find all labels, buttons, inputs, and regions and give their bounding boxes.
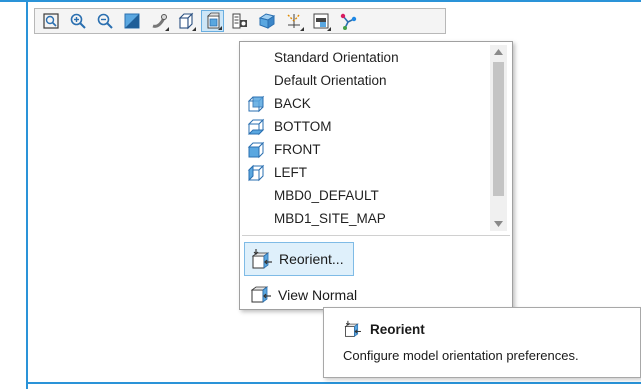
menu-separator <box>242 235 510 236</box>
zoom-in-button[interactable] <box>66 10 89 32</box>
display-style-button[interactable] <box>147 10 170 32</box>
menu-item-left[interactable]: LEFT <box>240 161 490 184</box>
view-box-button[interactable] <box>174 10 197 32</box>
menu-item-back[interactable]: BACK <box>240 92 490 115</box>
reorient-button[interactable]: Reorient... <box>244 242 354 276</box>
refit-button[interactable] <box>39 10 62 32</box>
tooltip-title: Reorient <box>370 321 425 337</box>
reorient-icon <box>251 249 272 269</box>
menu-item-label: BOTTOM <box>274 119 332 134</box>
zoom-in-icon <box>70 13 86 29</box>
menu-item-label: LEFT <box>274 165 308 180</box>
menu-item-label: Default Orientation <box>274 73 387 88</box>
perspective-button[interactable] <box>255 10 278 32</box>
view-normal-label: View Normal <box>278 287 358 303</box>
graphics-frame-top <box>0 0 641 2</box>
graphics-toolbar <box>34 8 446 34</box>
view-manager-button[interactable] <box>228 10 251 32</box>
reorient-tooltip: Reorient Configure model orientation pre… <box>323 307 641 378</box>
cube-left-icon <box>245 164 267 182</box>
orientation-list: Standard Orientation Default Orientation… <box>240 46 490 230</box>
scrollbar-thumb[interactable] <box>493 62 504 196</box>
dropdown-caret-icon <box>165 27 169 31</box>
dropdown-caret-icon <box>327 27 331 31</box>
tooltip-title-row: Reorient <box>342 320 425 338</box>
scroll-down-arrow-icon[interactable] <box>490 217 507 231</box>
menu-item-front[interactable]: FRONT <box>240 138 490 161</box>
menu-item-mbd0-default[interactable]: MBD0_DEFAULT <box>240 184 490 207</box>
graphics-frame-left <box>26 0 28 389</box>
view-normal-button[interactable]: View Normal <box>244 282 357 308</box>
tooltip-description: Configure model orientation preferences. <box>343 348 579 363</box>
view-normal-icon <box>250 286 271 303</box>
cube-back-icon <box>245 95 267 113</box>
menu-item-label: MBD0_DEFAULT <box>274 188 379 203</box>
saved-orientations-button[interactable] <box>201 10 224 32</box>
saved-orientations-menu: Standard Orientation Default Orientation… <box>239 41 513 310</box>
menu-item-bottom[interactable]: BOTTOM <box>240 115 490 138</box>
spin-center-button[interactable] <box>336 10 359 32</box>
annotation-display-button[interactable] <box>309 10 332 32</box>
cube-bottom-icon <box>245 118 267 136</box>
menu-item-label: Standard Orientation <box>274 50 399 65</box>
repaint-icon <box>124 13 139 29</box>
datum-display-button[interactable] <box>282 10 305 32</box>
dropdown-caret-icon <box>192 27 196 31</box>
orientation-list-scrollbar[interactable] <box>490 45 507 231</box>
dropdown-caret-icon <box>300 27 304 31</box>
cube-front-icon <box>245 141 267 159</box>
menu-item-label: FRONT <box>274 142 321 157</box>
refit-icon <box>42 13 59 29</box>
zoom-out-button[interactable] <box>93 10 116 32</box>
reorient-label: Reorient... <box>279 251 344 267</box>
perspective-icon <box>258 13 275 29</box>
repaint-button[interactable] <box>120 10 143 32</box>
zoom-out-icon <box>97 13 113 29</box>
spin-center-icon <box>340 13 356 30</box>
menu-item-label: MBD1_SITE_MAP <box>274 211 386 226</box>
menu-item-label: BACK <box>274 96 311 111</box>
menu-item-mbd1-site-map[interactable]: MBD1_SITE_MAP <box>240 207 490 230</box>
scroll-up-arrow-icon[interactable] <box>490 45 507 59</box>
menu-item-standard-orientation[interactable]: Standard Orientation <box>240 46 490 69</box>
dropdown-caret-icon <box>218 26 222 30</box>
menu-item-default-orientation[interactable]: Default Orientation <box>240 69 490 92</box>
graphics-frame-bottom <box>26 382 641 384</box>
view-manager-icon <box>232 13 247 29</box>
reorient-icon <box>344 320 361 338</box>
